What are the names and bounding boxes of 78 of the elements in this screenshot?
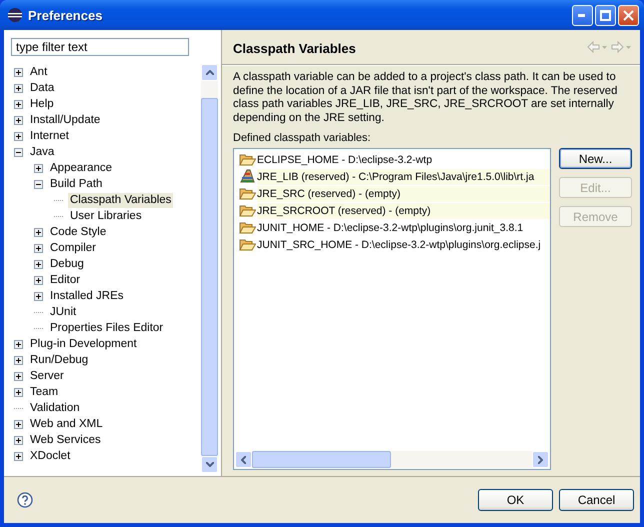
window-title: Preferences <box>28 8 104 22</box>
scroll-left-button[interactable] <box>235 451 252 468</box>
tree-item[interactable]: Appearance <box>48 160 114 176</box>
list-item[interactable]: JRE_SRCROOT (reserved) - (empty) <box>257 202 550 218</box>
tree-item[interactable]: XDoclet <box>28 448 72 464</box>
filter-field[interactable]: type filter text <box>11 38 189 56</box>
list-item[interactable]: ECLIPSE_HOME - D:\eclipse-3.2-wtp <box>257 152 550 168</box>
maximize-icon <box>600 10 611 20</box>
tree-item[interactable]: Install/Update <box>28 112 102 128</box>
tree-item[interactable]: Web and XML <box>28 416 105 432</box>
help-icon[interactable] <box>17 492 33 508</box>
maximize-button[interactable] <box>595 4 616 26</box>
expand-toggle[interactable] <box>34 260 43 268</box>
scroll-down-button[interactable] <box>201 456 218 473</box>
tree-item[interactable]: Ant <box>28 64 50 80</box>
tree-item[interactable]: JUnit <box>48 304 78 320</box>
list-label: Defined classpath variables: <box>233 132 372 144</box>
caret-right-icon <box>538 456 543 464</box>
description-text: A classpath variable can be added to a project's class path. It can be used to define the location of a JAR file that isn't part of the workspace. The reserved class path variables JRE_LIB, JRE_SRC, JRE_SRCROOT are set internally depending on the JRE setting. <box>233 71 618 125</box>
expand-toggle[interactable] <box>34 244 43 252</box>
close-button[interactable] <box>618 4 639 26</box>
expand-toggle[interactable] <box>14 356 23 364</box>
horizontal-scrollbar[interactable] <box>235 451 549 468</box>
sphere-icon <box>7 7 23 23</box>
scroll-up-button[interactable] <box>201 64 218 81</box>
minimize-icon <box>578 14 587 16</box>
close-icon <box>623 10 634 20</box>
collapse-toggle[interactable] <box>34 180 43 188</box>
tree-item[interactable]: Internet <box>28 128 71 144</box>
tree-item[interactable]: Properties Files Editor <box>48 320 166 336</box>
expand-toggle[interactable] <box>14 340 23 348</box>
expand-toggle[interactable] <box>14 100 23 108</box>
tree-item[interactable]: Web Services <box>28 432 103 448</box>
collapse-toggle[interactable] <box>14 148 23 156</box>
expand-toggle[interactable] <box>34 292 43 300</box>
tree-item[interactable]: Installed JREs <box>48 288 126 304</box>
list-item[interactable]: JUNIT_HOME - D:\eclipse-3.2-wtp\plugins\org.junit_3.8.1 <box>257 220 550 236</box>
tree-item[interactable]: Build Path <box>48 176 104 192</box>
tree-item[interactable]: Data <box>28 80 56 96</box>
list-item[interactable]: JUNIT_SRC_HOME - D:\eclipse-3.2-wtp\plugins\org.eclipse.j <box>257 236 550 252</box>
expand-toggle[interactable] <box>14 68 23 76</box>
expand-toggle[interactable] <box>14 372 23 380</box>
tree-item[interactable]: Code Style <box>48 224 108 240</box>
expand-toggle[interactable] <box>14 436 23 444</box>
minimize-button[interactable] <box>572 4 593 26</box>
scrollbar-thumb[interactable] <box>252 451 391 468</box>
expand-toggle[interactable] <box>14 420 23 428</box>
expand-toggle[interactable] <box>14 84 23 92</box>
tree-item[interactable]: Team <box>28 384 60 400</box>
dialog-button[interactable]: Cancel <box>559 489 634 511</box>
tree-item[interactable]: Plug-in Development <box>28 336 139 352</box>
expand-toggle[interactable] <box>34 276 43 284</box>
expand-toggle[interactable] <box>14 132 23 140</box>
list-item[interactable]: JRE_SRC (reserved) - (empty) <box>257 186 550 202</box>
tree-item[interactable]: User Libraries <box>68 208 144 224</box>
dialog-button[interactable]: OK <box>478 489 553 511</box>
page-title: Classpath Variables <box>233 40 357 56</box>
tree-item[interactable]: Compiler <box>48 240 98 256</box>
caret-down-icon <box>206 462 214 467</box>
tree-item[interactable]: Help <box>28 96 56 112</box>
tree-item[interactable]: Classpath Variables <box>68 192 174 208</box>
list-action-button[interactable]: New... <box>559 148 632 169</box>
caret-up-icon <box>206 70 214 75</box>
variables-list[interactable] <box>233 148 551 470</box>
tree-item[interactable]: Run/Debug <box>28 352 90 368</box>
tree-item[interactable]: Validation <box>28 400 82 416</box>
tree-item[interactable]: Java <box>28 144 56 160</box>
caret-left-icon <box>241 456 246 464</box>
scroll-right-button[interactable] <box>532 451 549 468</box>
expand-toggle[interactable] <box>14 388 23 396</box>
expand-toggle[interactable] <box>34 228 43 236</box>
expand-toggle[interactable] <box>14 452 23 460</box>
list-item[interactable]: JRE_LIB (reserved) - C:\Program Files\Java\jre1.5.0\lib\rt.ja <box>257 168 550 184</box>
tree-item[interactable]: Debug <box>48 256 86 272</box>
expand-toggle[interactable] <box>34 164 43 172</box>
tree-item[interactable]: Server <box>28 368 66 384</box>
expand-toggle[interactable] <box>14 116 23 124</box>
tree-item[interactable]: Editor <box>48 272 82 288</box>
